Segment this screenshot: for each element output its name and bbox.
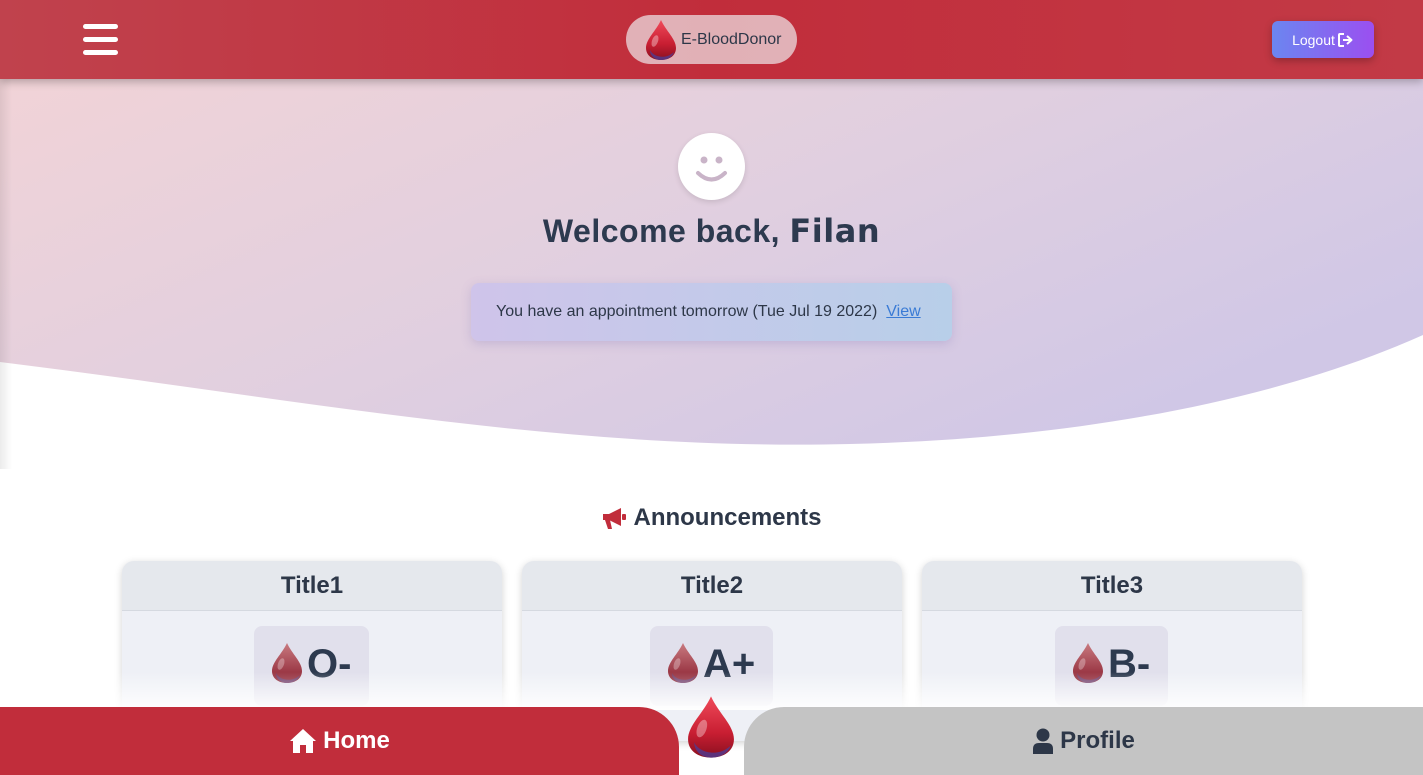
megaphone-icon (603, 508, 627, 529)
user-name: Filan (789, 212, 881, 250)
card-title: Title2 (522, 561, 902, 611)
bottom-nav-profile[interactable]: Profile (744, 707, 1423, 775)
card-title: Title3 (922, 561, 1302, 611)
welcome-heading: Welcome back, Filan (0, 212, 1423, 250)
hamburger-menu-icon[interactable] (83, 24, 118, 56)
welcome-prefix: Welcome back, (542, 213, 790, 249)
brand-logo[interactable]: E-BloodDonor (626, 15, 797, 64)
top-navbar: E-BloodDonor Logout (0, 0, 1423, 79)
logout-label: Logout (1292, 31, 1335, 48)
brand-name: E-BloodDonor (681, 30, 782, 48)
bottom-nav-home[interactable]: Home (0, 707, 679, 775)
card-title: Title1 (122, 561, 502, 611)
home-label: Home (323, 727, 390, 754)
announcements-title: Announcements (633, 504, 822, 531)
hero-edge-shadow (0, 79, 12, 469)
user-icon (1033, 728, 1054, 754)
home-icon (290, 729, 317, 753)
appointment-notice: You have an appointment tomorrow (Tue Ju… (471, 283, 952, 341)
sign-out-icon (1337, 32, 1353, 47)
appointment-view-link[interactable]: View (886, 303, 920, 321)
avatar (678, 133, 745, 200)
profile-label: Profile (1060, 727, 1135, 754)
blood-drop-icon (685, 694, 737, 760)
announcements-heading: Announcements (0, 504, 1423, 532)
blood-drop-icon (644, 19, 678, 61)
logout-button[interactable]: Logout (1272, 21, 1374, 58)
appointment-text: You have an appointment tomorrow (Tue Ju… (496, 303, 878, 320)
smiley-face-icon (696, 156, 727, 182)
